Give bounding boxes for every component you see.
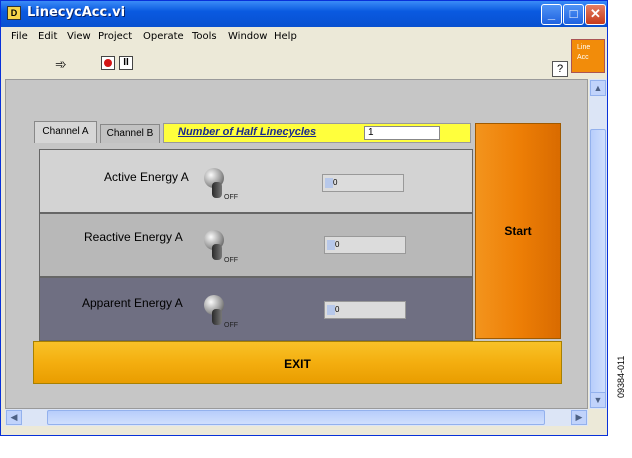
numeric-radix-icon <box>325 178 333 188</box>
tab-channel-a[interactable]: Channel A <box>34 121 97 143</box>
reactive-energy-indicator: 0 <box>324 236 406 254</box>
run-arrow-icon[interactable]: ➾ <box>55 56 67 73</box>
menu-help[interactable]: Help <box>274 31 297 42</box>
scroll-left-icon[interactable]: ◀ <box>6 410 22 425</box>
start-button[interactable]: Start <box>475 123 561 339</box>
labview-vi-icon: D <box>7 6 21 20</box>
half-linecycles-control: Number of Half Linecycles 1 <box>163 123 471 143</box>
active-energy-label: Active Energy A <box>104 170 189 184</box>
vertical-scrollbar[interactable]: ▲ ▼ <box>589 79 607 409</box>
menu-edit[interactable]: Edit <box>38 31 57 42</box>
menu-operate[interactable]: Operate <box>143 31 184 42</box>
menu-file[interactable]: File <box>11 31 28 42</box>
exit-button[interactable]: EXIT <box>33 341 562 384</box>
figure-code: 09384-011 <box>616 355 626 398</box>
active-energy-value: 0 <box>333 178 338 187</box>
abort-icon[interactable] <box>101 56 115 70</box>
menu-view[interactable]: View <box>67 31 91 42</box>
scroll-up-icon[interactable]: ▲ <box>590 80 606 96</box>
horizontal-scrollbar[interactable]: ◀ ▶ <box>5 409 588 426</box>
horizontal-scroll-thumb[interactable] <box>47 410 545 425</box>
apparent-energy-row: Apparent Energy A OFF 0 <box>39 277 473 341</box>
reactive-energy-label: Reactive Energy A <box>84 230 183 244</box>
numeric-radix-icon <box>327 305 335 315</box>
vi-connector-icon: Line Acc <box>571 39 605 73</box>
reactive-energy-switch-state: OFF <box>224 257 238 264</box>
maximize-button[interactable]: □ <box>563 4 584 25</box>
apparent-energy-switch-state: OFF <box>224 322 238 329</box>
minimize-button[interactable]: _ <box>541 4 562 25</box>
pause-icon[interactable]: II <box>119 56 133 70</box>
toolbar: ➾ II <box>1 49 571 77</box>
exit-button-label: EXIT <box>284 357 311 371</box>
active-energy-switch-state: OFF <box>224 194 238 201</box>
scroll-down-icon[interactable]: ▼ <box>590 392 606 408</box>
window-title: LinecycAcc.vi <box>27 5 126 20</box>
tab-channel-b[interactable]: Channel B <box>100 124 160 143</box>
vertical-scroll-thumb[interactable] <box>590 129 606 399</box>
scroll-right-icon[interactable]: ▶ <box>571 410 587 425</box>
labview-window: D LinecycAcc.vi _ □ ✕ File Edit View Pro… <box>0 0 608 436</box>
apparent-energy-label: Apparent Energy A <box>82 296 183 310</box>
reactive-energy-row: Reactive Energy A OFF 0 <box>39 213 473 277</box>
close-button[interactable]: ✕ <box>585 4 606 25</box>
active-energy-row: Active Energy A OFF 0 <box>39 149 473 213</box>
start-button-label: Start <box>504 224 532 238</box>
vi-icon-label: Line Acc <box>577 44 591 61</box>
reactive-energy-value: 0 <box>335 240 340 249</box>
numeric-radix-icon <box>327 240 335 250</box>
menu-bar: File Edit View Project Operate Tools Win… <box>1 28 571 46</box>
menu-project[interactable]: Project <box>98 31 132 42</box>
active-energy-indicator: 0 <box>322 174 404 192</box>
menu-window[interactable]: Window <box>228 31 267 42</box>
help-button[interactable]: ? <box>552 61 568 77</box>
title-bar[interactable]: D LinecycAcc.vi _ □ ✕ <box>1 1 607 27</box>
half-linecycles-label: Number of Half Linecycles <box>178 126 317 138</box>
menu-tools[interactable]: Tools <box>192 31 217 42</box>
half-linecycles-input[interactable]: 1 <box>364 126 440 140</box>
apparent-energy-indicator: 0 <box>324 301 406 319</box>
active-energy-toggle-switch[interactable] <box>204 168 224 198</box>
apparent-energy-value: 0 <box>335 305 340 314</box>
reactive-energy-toggle-switch[interactable] <box>204 230 224 260</box>
apparent-energy-toggle-switch[interactable] <box>204 295 224 325</box>
